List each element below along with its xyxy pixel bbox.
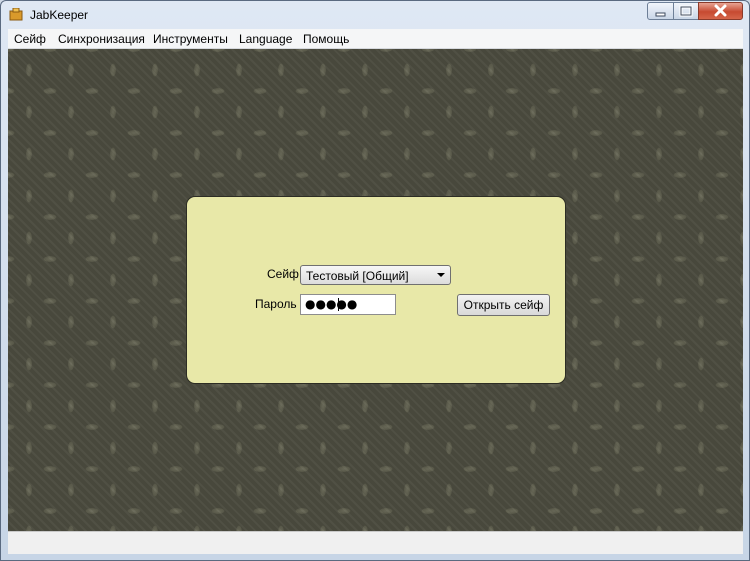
minimize-button[interactable] bbox=[647, 2, 674, 20]
menu-sync[interactable]: Синхронизация bbox=[58, 32, 145, 46]
menu-bar: Сейф Синхронизация Инструменты Language … bbox=[8, 29, 743, 49]
menu-safe[interactable]: Сейф bbox=[14, 32, 46, 46]
text-cursor bbox=[338, 298, 339, 311]
safe-select-value: Тестовый [Общий] bbox=[306, 269, 409, 283]
password-field[interactable]: ●●●●● bbox=[300, 294, 396, 315]
safe-label: Сейф bbox=[267, 267, 299, 281]
maximize-icon bbox=[679, 5, 693, 17]
jabkeeper-app-icon bbox=[9, 8, 23, 21]
app-window: JabKeeper Сейф Синхронизация Инструменты… bbox=[0, 0, 750, 561]
background-area: Сейф Тестовый [Общий] Пароль ●●●●● Откры… bbox=[8, 49, 743, 531]
status-bar bbox=[8, 531, 743, 554]
maximize-button[interactable] bbox=[673, 2, 699, 20]
window-title: JabKeeper bbox=[30, 8, 89, 22]
menu-help[interactable]: Помощь bbox=[303, 32, 349, 46]
safe-select[interactable]: Тестовый [Общий] bbox=[300, 265, 451, 285]
minimize-icon bbox=[655, 12, 666, 17]
password-value: ●●●●● bbox=[305, 297, 358, 311]
close-button[interactable] bbox=[698, 2, 743, 20]
login-panel: Сейф Тестовый [Общий] Пароль ●●●●● Откры… bbox=[186, 196, 566, 384]
open-safe-button[interactable]: Открыть сейф bbox=[457, 294, 550, 316]
close-icon bbox=[714, 4, 727, 17]
password-label: Пароль bbox=[255, 297, 297, 311]
title-bar[interactable]: JabKeeper bbox=[1, 1, 749, 29]
menu-tools[interactable]: Инструменты bbox=[153, 32, 228, 46]
dropdown-arrow-icon bbox=[437, 273, 445, 277]
menu-language[interactable]: Language bbox=[239, 32, 292, 46]
